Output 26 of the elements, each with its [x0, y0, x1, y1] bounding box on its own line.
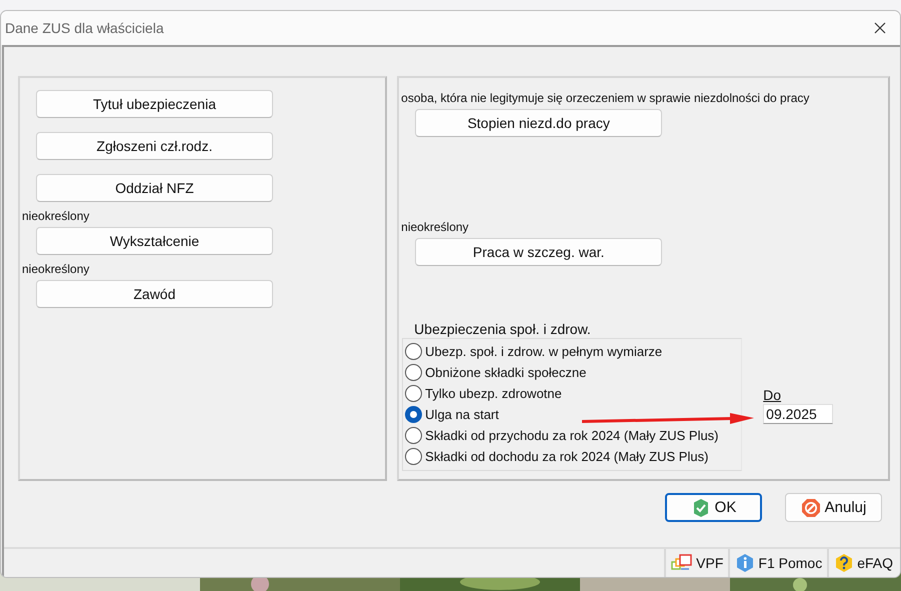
status-text: osoba, która nie legitymuje się orzeczeniem w sprawie niezdolności do pracy [401, 90, 810, 106]
action-button[interactable]: Praca w szczeg. war. [415, 238, 662, 266]
radio-label[interactable]: Składki od przychodu za rok 2024 (Mały ZUS Plus) [425, 428, 719, 443]
toolbar-button[interactable]: eFAQ [827, 549, 898, 577]
action-button[interactable]: Tytuł ubezpieczenia [36, 90, 273, 118]
action-button[interactable]: Stopien niezd.do pracy [415, 109, 662, 137]
field-label: Do [763, 387, 782, 404]
radio-label[interactable]: Ubezp. społ. i zdrow. w pełnym wymiarze [425, 344, 662, 359]
ok-button[interactable]: OK [665, 493, 762, 522]
status-text: nieokreślony [22, 208, 90, 224]
action-button[interactable]: Zawód [36, 280, 273, 308]
radio-label[interactable]: Obniżone składki społeczne [425, 365, 586, 380]
action-button[interactable]: Zgłoszeni czł.rodz. [36, 132, 273, 160]
cancel-button[interactable]: Anuluj [785, 493, 882, 522]
radio-label[interactable]: Ulga na start [425, 407, 499, 422]
radio-label[interactable]: Składki od dochodu za rok 2024 (Mały ZUS Plus) [425, 449, 708, 464]
radio-label[interactable]: Tylko ubezp. zdrowotne [425, 386, 562, 401]
toolbar-button[interactable]: VPF [664, 549, 728, 577]
window-title: Dane ZUS dla właściciela [5, 20, 164, 36]
action-button[interactable]: Oddział NFZ [36, 174, 273, 202]
action-button[interactable]: Wykształcenie [36, 227, 273, 255]
group-title: Ubezpieczenia społ. i zdrow. [414, 321, 592, 337]
status-text: nieokreślony [401, 219, 470, 235]
status-text: nieokreślony [22, 261, 90, 277]
date-field[interactable]: 09.2025 [763, 404, 834, 424]
toolbar-button[interactable]: F1 Pomoc [728, 549, 828, 577]
